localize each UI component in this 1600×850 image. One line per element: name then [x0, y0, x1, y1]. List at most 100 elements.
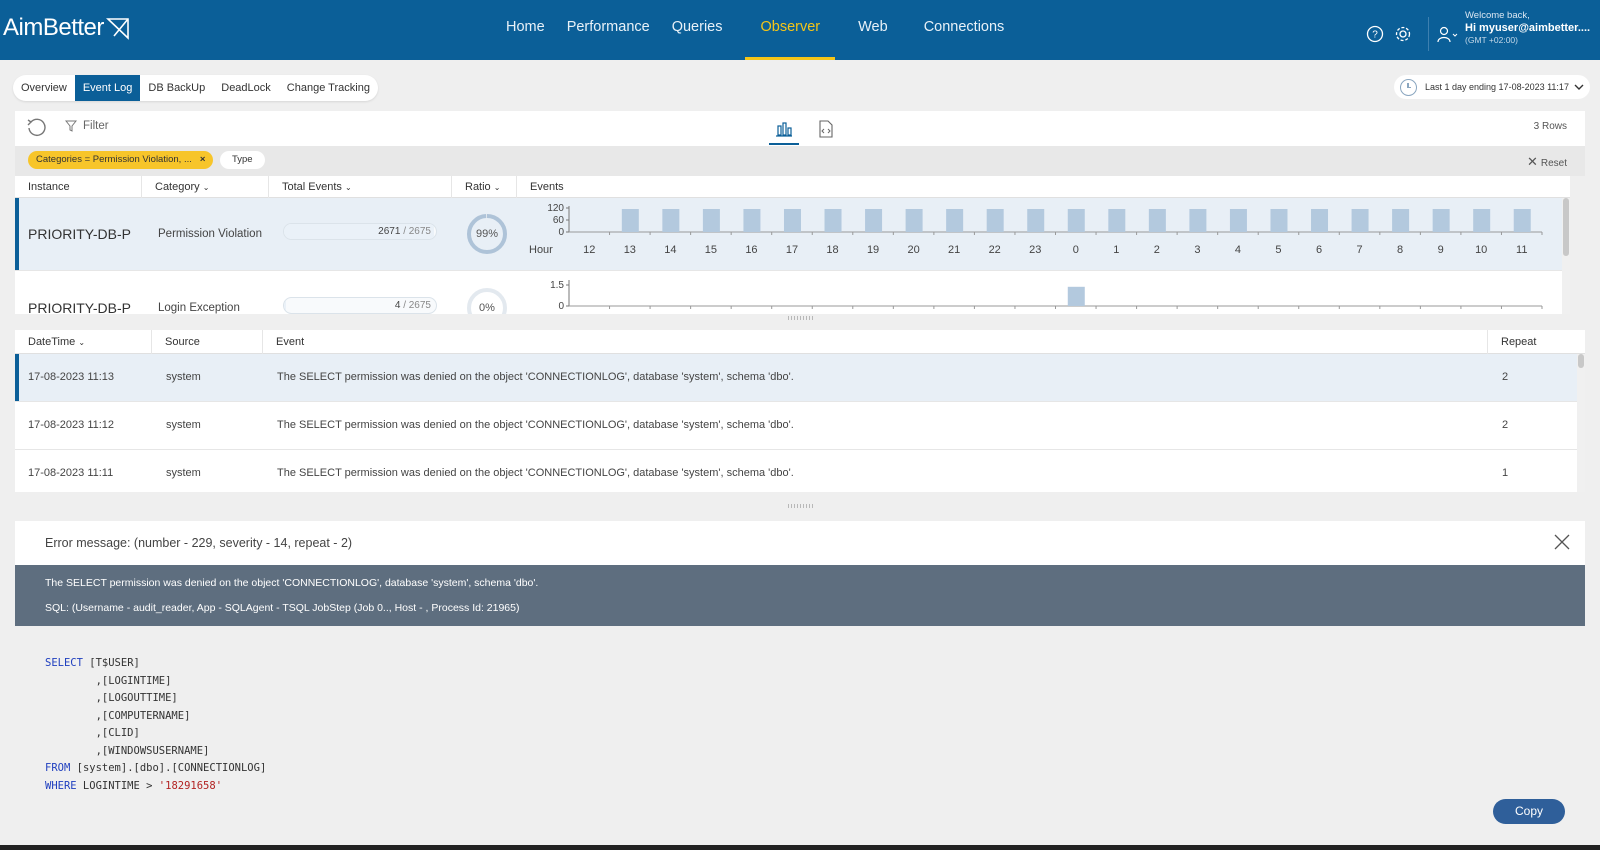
- event-table-scrollbar[interactable]: [1577, 354, 1585, 492]
- nav-home[interactable]: Home: [495, 0, 556, 60]
- event-bar[interactable]: [783, 209, 801, 232]
- category-filter-chip[interactable]: Categories = Permission Violation, ... ×: [28, 151, 214, 169]
- type-filter-chip[interactable]: Type: [220, 151, 265, 169]
- nav-web[interactable]: Web: [847, 0, 899, 60]
- sql-column: ,[COMPUTERNAME]: [45, 709, 191, 722]
- event-bar[interactable]: [905, 209, 923, 232]
- hour-tick-label: 16: [745, 244, 757, 256]
- event-bar[interactable]: [621, 209, 639, 232]
- resize-handle[interactable]: [788, 504, 814, 508]
- hour-tick-label: 2: [1154, 244, 1160, 256]
- instance-row[interactable]: PRIORITY-DB-P Permission Violation 2671 …: [15, 198, 1570, 271]
- chart-view-icon[interactable]: [769, 115, 799, 145]
- refresh-icon[interactable]: [25, 117, 47, 144]
- chevron-down-icon: ⌄: [78, 338, 86, 347]
- event-row[interactable]: 17-08-2023 11:12 system The SELECT permi…: [15, 402, 1585, 450]
- event-bar[interactable]: [1067, 286, 1085, 306]
- hour-tick-label: 22: [989, 244, 1001, 256]
- instance-row[interactable]: PRIORITY-DB-P Login Exception 4 / 2675 0…: [15, 272, 1570, 314]
- event-bar[interactable]: [865, 209, 883, 232]
- settings-gear-icon[interactable]: [1392, 23, 1414, 45]
- hour-tick-label: 21: [948, 244, 960, 256]
- hour-tick-label: 14: [664, 244, 676, 256]
- remove-filter-icon[interactable]: ×: [200, 154, 206, 165]
- event-repeat: 2: [1502, 419, 1509, 431]
- filter-button[interactable]: Filter: [65, 120, 109, 132]
- event-bar[interactable]: [1229, 209, 1247, 232]
- col-ratio-label: Ratio: [465, 181, 491, 193]
- tab-event-log[interactable]: Event Log: [74, 75, 141, 101]
- event-bar[interactable]: [1392, 209, 1410, 232]
- scrollbar-thumb[interactable]: [1563, 198, 1569, 256]
- row-count: 3 Rows: [1533, 121, 1567, 132]
- total-events-fill: [284, 298, 286, 313]
- event-bar[interactable]: [824, 209, 842, 232]
- detail-title: Error message: (number - 229, severity -…: [45, 536, 353, 550]
- event-bar[interactable]: [662, 209, 680, 232]
- close-icon[interactable]: [1553, 533, 1571, 556]
- time-range-picker[interactable]: Last 1 day ending 17-08-2023 11:17: [1394, 75, 1590, 99]
- col-ratio[interactable]: Ratio ⌄: [452, 176, 517, 198]
- event-bar[interactable]: [1432, 209, 1450, 232]
- nav-connections[interactable]: Connections: [913, 0, 1016, 60]
- tab-db-backup[interactable]: DB BackUp: [140, 75, 213, 101]
- category-name: Login Exception: [158, 302, 240, 314]
- total-events-text: 4 / 2675: [395, 300, 431, 311]
- nav-queries[interactable]: Queries: [661, 0, 734, 60]
- sql-table: [system].[dbo].[CONNECTIONLOG]: [70, 762, 267, 774]
- welcome-text: Welcome back,: [1465, 10, 1530, 21]
- sql-keyword: WHERE: [45, 779, 77, 792]
- col-event[interactable]: Event: [263, 330, 1488, 354]
- sql-string-literal: '18291658': [158, 779, 223, 792]
- help-icon[interactable]: ?: [1364, 23, 1386, 45]
- event-bar[interactable]: [1027, 209, 1045, 232]
- event-row[interactable]: 17-08-2023 11:13 system The SELECT permi…: [15, 354, 1585, 402]
- event-table-header: DateTime ⌄ Source Event Repeat: [15, 330, 1585, 354]
- reset-filters-button[interactable]: ✕ Reset: [1527, 154, 1567, 170]
- hour-tick-label: 3: [1194, 244, 1200, 256]
- hour-tick-label: 7: [1357, 244, 1363, 256]
- tab-overview[interactable]: Overview: [13, 75, 75, 101]
- instance-table-scrollbar[interactable]: [1562, 198, 1570, 314]
- resize-handle[interactable]: [788, 316, 814, 320]
- nav-performance[interactable]: Performance: [556, 0, 661, 60]
- col-repeat[interactable]: Repeat: [1488, 330, 1585, 354]
- event-bar[interactable]: [1067, 209, 1085, 232]
- user-greeting[interactable]: Welcome back, Hi myuser@aimbetter.... (G…: [1465, 10, 1590, 46]
- tab-deadlock[interactable]: DeadLock: [213, 75, 279, 101]
- event-bar[interactable]: [1148, 209, 1166, 232]
- event-bar[interactable]: [1270, 209, 1288, 232]
- event-bar[interactable]: [946, 209, 964, 232]
- event-bar[interactable]: [1513, 209, 1531, 232]
- event-row[interactable]: 17-08-2023 11:11 system The SELECT permi…: [15, 450, 1585, 492]
- event-text: The SELECT permission was denied on the …: [277, 467, 794, 479]
- user-icon[interactable]: [1437, 23, 1459, 45]
- col-category[interactable]: Category ⌄: [142, 176, 269, 198]
- event-bar[interactable]: [702, 209, 720, 232]
- col-total-events[interactable]: Total Events ⌄: [269, 176, 452, 198]
- nav-observer[interactable]: Observer: [745, 0, 835, 60]
- event-bar[interactable]: [1351, 209, 1369, 232]
- event-bar[interactable]: [986, 209, 1004, 232]
- brand-name: AimBetter: [3, 14, 104, 41]
- time-range-label: Last 1 day ending 17-08-2023 11:17: [1425, 82, 1569, 92]
- event-bar[interactable]: [1473, 209, 1491, 232]
- copy-button[interactable]: Copy: [1493, 799, 1565, 824]
- event-bar[interactable]: [1108, 209, 1126, 232]
- col-instance[interactable]: Instance: [15, 176, 142, 198]
- code-view-icon[interactable]: [811, 115, 841, 143]
- tab-change-tracking[interactable]: Change Tracking: [279, 75, 378, 101]
- logo[interactable]: AimBetter: [3, 14, 130, 42]
- event-bar[interactable]: [743, 209, 761, 232]
- main-nav: Home Performance Queries Observer Web Co…: [495, 0, 1015, 60]
- svg-text:?: ?: [1372, 30, 1378, 41]
- error-message-text: The SELECT permission was denied on the …: [45, 577, 539, 589]
- event-bar[interactable]: [1189, 209, 1207, 232]
- sql-info-text: SQL: (Username - audit_reader, App - SQL…: [45, 602, 520, 614]
- event-bar[interactable]: [1311, 209, 1329, 232]
- col-datetime[interactable]: DateTime ⌄: [15, 330, 152, 354]
- col-source[interactable]: Source: [152, 330, 263, 354]
- reset-label: Reset: [1540, 158, 1567, 169]
- scrollbar-thumb[interactable]: [1578, 354, 1584, 368]
- y-tick-label: 0: [558, 227, 564, 238]
